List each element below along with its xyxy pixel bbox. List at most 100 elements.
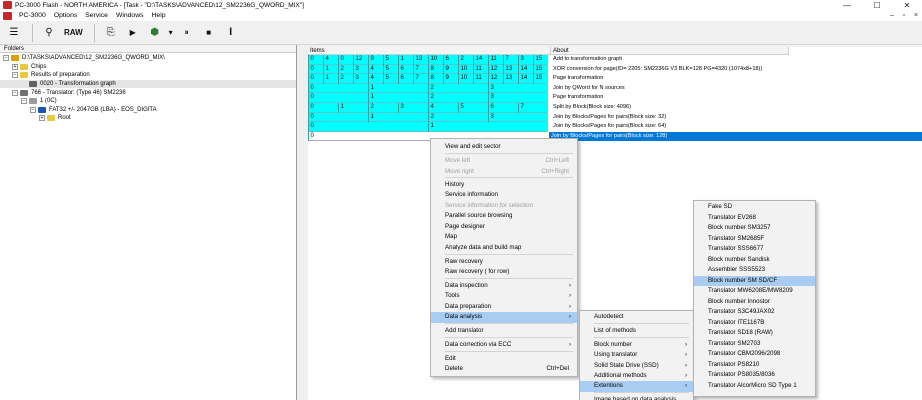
mdi-close-button[interactable]: × [910,10,922,21]
extention-item-assembler-sss5523[interactable]: Assembler SSS5523 [694,265,815,276]
folders-panel: Folders − D:\TASKS\ADVANCED\12_SM2236G_QW… [0,45,297,400]
item-index: 3 [488,112,503,123]
extention-item-translator-sm2703[interactable]: Translator SM2703 [694,339,815,350]
table-row[interactable]: 0 4 0 12 9 5 1 13 10 6 2 14 11 7 3 15 Add to transformat… [308,55,922,65]
submenu-item-list-of-methods[interactable]: List of methods [580,326,693,337]
menu-item-label: Tools [445,292,460,299]
binoculars-icon[interactable]: ⚲ [39,23,59,43]
extention-item-translator-sm2685f[interactable]: Translator SM2685F [694,234,815,245]
menu-item-data-correction-via-ecc[interactable]: Data correction via ECC › [431,340,577,351]
tree-node[interactable]: − Results of preparation [0,71,296,80]
table-row[interactable]: 0 Join by Blocks/Pages for pairs(Block si… [308,131,922,142]
extention-item-translator-ps8210[interactable]: Translator PS8210 [694,360,815,371]
extention-item-translator-alcormicro-sd-type-1[interactable]: Translator AlcorMicro SD Type 1 [694,381,815,392]
minimize-button[interactable]: — [832,0,862,10]
extention-item-fake-sd[interactable]: Fake SD [694,202,815,213]
tree-node[interactable]: + Root [0,114,296,123]
menu-item-page-designer[interactable]: Page designer [431,222,577,233]
folder-icon [20,89,28,96]
menu-item-label: Block number Sandisk [708,255,770,263]
menu-windows[interactable]: Windows [112,12,148,19]
submenu-item-autodetect[interactable]: Autodetect [580,312,693,323]
pause-icon[interactable]: ⏸ [177,23,197,43]
menu-item-add-translator[interactable]: Add translator [431,326,577,337]
collapse-icon[interactable]: − [30,106,36,113]
device-icon[interactable]: ⬢ [145,23,165,43]
maximize-button[interactable]: ☐ [862,0,892,10]
play-icon[interactable]: ▶ [123,23,143,43]
submenu-item-additional-methods[interactable]: Additional methods › [580,371,693,382]
items-column-header[interactable]: Items [308,47,551,55]
menu-item-analyze-data-and-build-map[interactable]: Analyze data and build map [431,243,577,254]
menu-item-service-information[interactable]: Service information [431,190,577,201]
extention-item-block-number-sm-sd-cf[interactable]: Block number SM SD/CF [694,275,815,286]
close-button[interactable]: ✕ [892,0,922,10]
extention-item-translator-ps8035-8036[interactable]: Translator PS8035/8036 [694,370,815,381]
table-row[interactable]: 0 1 2 3 4 5 6 7 8 9 10 11 12 13 14 15 Page transformatio… [308,74,922,84]
mdi-minimize-button[interactable]: – [886,10,898,21]
collapse-icon[interactable]: − [12,89,18,96]
extention-item-translator-cbm2096-2098[interactable]: Translator CBM2096/2098 [694,349,815,360]
raw-button[interactable]: RAW [61,23,86,43]
menu-item-raw-recovery[interactable]: Raw recovery [431,257,577,268]
table-row[interactable]: 0 1 2 3 Join by Blocks/Pages for pairs(Block… [308,112,922,123]
tree-node[interactable]: − FAT32 +/- 2047GB (LBA) - EOS_DIGITA [0,106,296,115]
extention-item-translator-ev268[interactable]: Translator EV268 [694,213,815,224]
extention-item-translator-mw6208e-mw8209[interactable]: Translator MW6208E/MW8209 [694,286,815,297]
extention-item-translator-sd18-raw[interactable]: Translator SD18 (RAW) [694,328,815,339]
app-menu-icon[interactable] [3,11,12,20]
menu-options[interactable]: Options [50,12,81,19]
item-index: 1 [398,55,413,65]
menu-item-raw-recovery-for-row[interactable]: Raw recovery ( for row) [431,267,577,278]
collapse-icon[interactable]: − [21,98,27,105]
extention-item-block-number-sm3257[interactable]: Block number SM3257 [694,223,815,234]
table-row[interactable]: 0 1 2 3 Join by QWord for N sources [308,83,922,94]
extention-item-translator-sss6677[interactable]: Translator SSS6677 [694,244,815,255]
menu-item-edit[interactable]: Edit [431,354,577,365]
table-row[interactable]: 0 1 Join by Blocks/Pages for pairs(Block s… [308,122,922,132]
tree-node[interactable]: − D:\TASKS\ADVANCED\12_SM2236G_QWORD_MIX\ [0,54,296,63]
menu-item-data-preparation[interactable]: Data preparation › [431,302,577,313]
expand-icon[interactable]: + [12,63,18,70]
collapse-icon[interactable]: − [3,55,9,62]
menu-help[interactable]: Help [148,12,170,19]
menu-item-tools[interactable]: Tools › [431,291,577,302]
log-icon[interactable]: ☰ [4,23,24,43]
menu-item-data-analysis[interactable]: Data analysis › [431,312,577,323]
menu-item-delete[interactable]: Delete Ctrl+Del [431,364,577,375]
menu-item-history[interactable]: History [431,180,577,191]
submenu-item-image-based-on-data-analysis[interactable]: Image based on data analysis [580,395,693,400]
about-column-header[interactable]: About [551,47,789,55]
expand-icon[interactable]: + [39,115,45,122]
submenu-item-using-translator[interactable]: Using translator › [580,350,693,361]
device-dropdown-icon[interactable]: ▾ [167,23,175,43]
menu-item-view-and-edit-sector[interactable]: View and edit sector [431,142,577,153]
item-index: 5 [383,64,398,75]
extention-item-block-number-sandisk[interactable]: Block number Sandisk [694,255,815,266]
extention-item-translator-s3c49jax02[interactable]: Translator S3C49JAX02 [694,307,815,318]
tree-node[interactable]: 0020 - Transformation graph [0,79,296,89]
tree-node[interactable]: − 1 (0C) [0,97,296,106]
tree-node[interactable]: + Chips [0,63,296,72]
table-row[interactable]: 0 1 2 3 4 5 6 7 Split by Block(Block size: 4096) [308,102,922,113]
table-row[interactable]: 0 1 2 3 Page transformation [308,93,922,103]
text-cursor-icon[interactable]: 𝐈 [221,23,241,43]
extention-item-translator-ite1167b[interactable]: Translator ITE1167B [694,318,815,329]
export-icon[interactable]: ⎘ [101,23,121,43]
menu-item-map[interactable]: Map [431,232,577,243]
menu-item-parallel-source-browsing[interactable]: Parallel source browsing [431,211,577,222]
menu-service[interactable]: Service [81,12,112,19]
menu-pc3000[interactable]: PC-3000 [15,12,50,19]
items-cell: 0 1 2 3 [308,93,548,103]
submenu-item-extentions[interactable]: Extentions › [580,381,693,392]
table-row[interactable]: 0 1 2 3 4 5 6 7 8 9 10 11 12 13 14 15 XOR conversion for… [308,64,922,75]
extention-item-block-number-innostor[interactable]: Block number Innostor [694,297,815,308]
collapse-icon[interactable]: − [12,72,18,79]
submenu-item-solid-state-drive-ssd[interactable]: Solid State Drive (SSD) › [580,361,693,372]
mdi-restore-button[interactable]: ▫ [898,10,910,21]
stop-icon[interactable]: ■ [199,23,219,43]
submenu-item-block-number[interactable]: Block number › [580,340,693,351]
folder-icon [29,81,37,88]
menu-item-data-inspection[interactable]: Data inspection › [431,281,577,292]
tree-node[interactable]: − 766 - Translator: (Type 46) SM2236 [0,88,296,97]
